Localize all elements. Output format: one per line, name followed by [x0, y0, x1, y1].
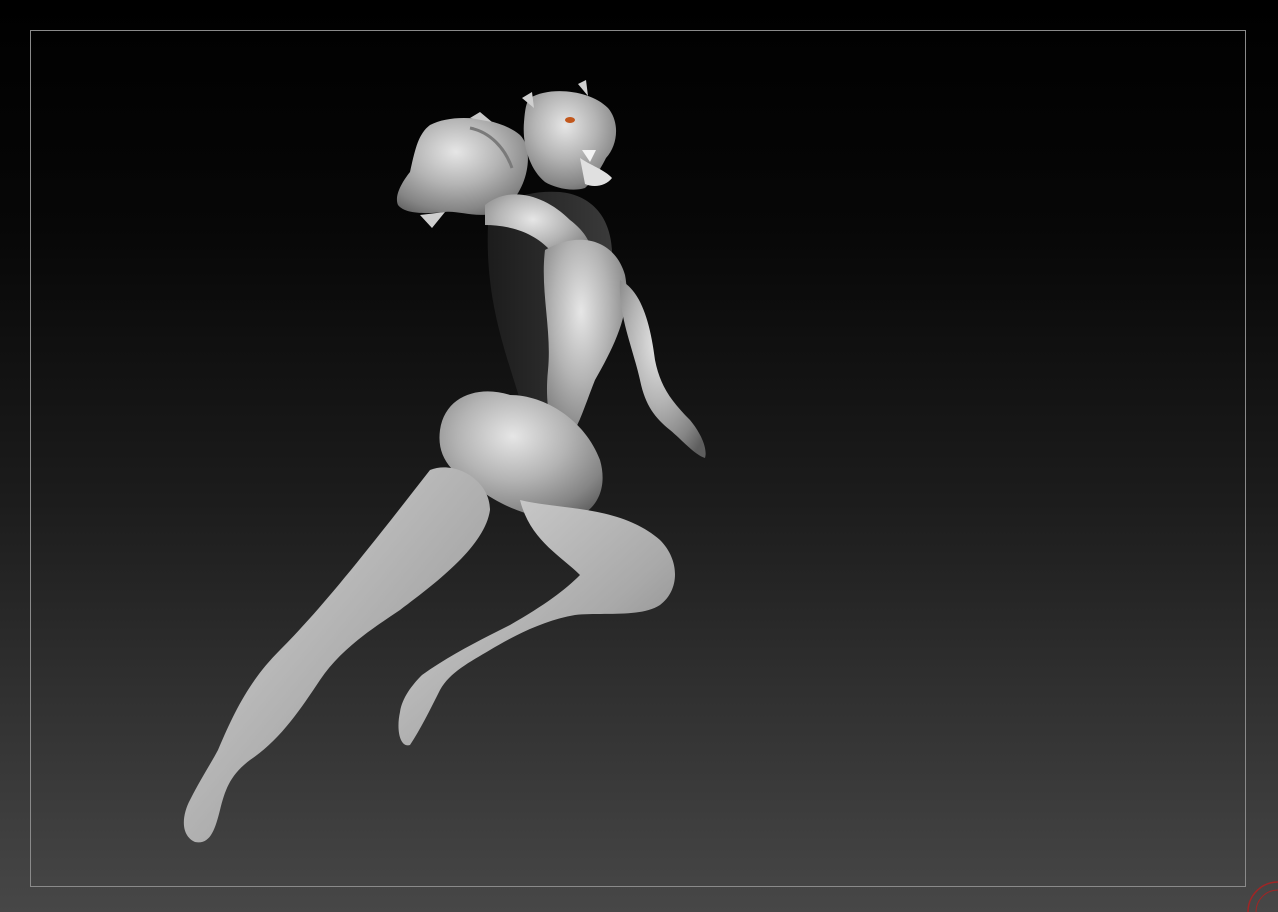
- sculpt-viewport[interactable]: [0, 0, 1278, 912]
- lion-head: [522, 80, 617, 190]
- back-leg: [183, 467, 490, 843]
- sculpted-model[interactable]: [0, 0, 1278, 912]
- forward-arm: [619, 280, 706, 458]
- axis-gyro-icon[interactable]: [1244, 872, 1278, 912]
